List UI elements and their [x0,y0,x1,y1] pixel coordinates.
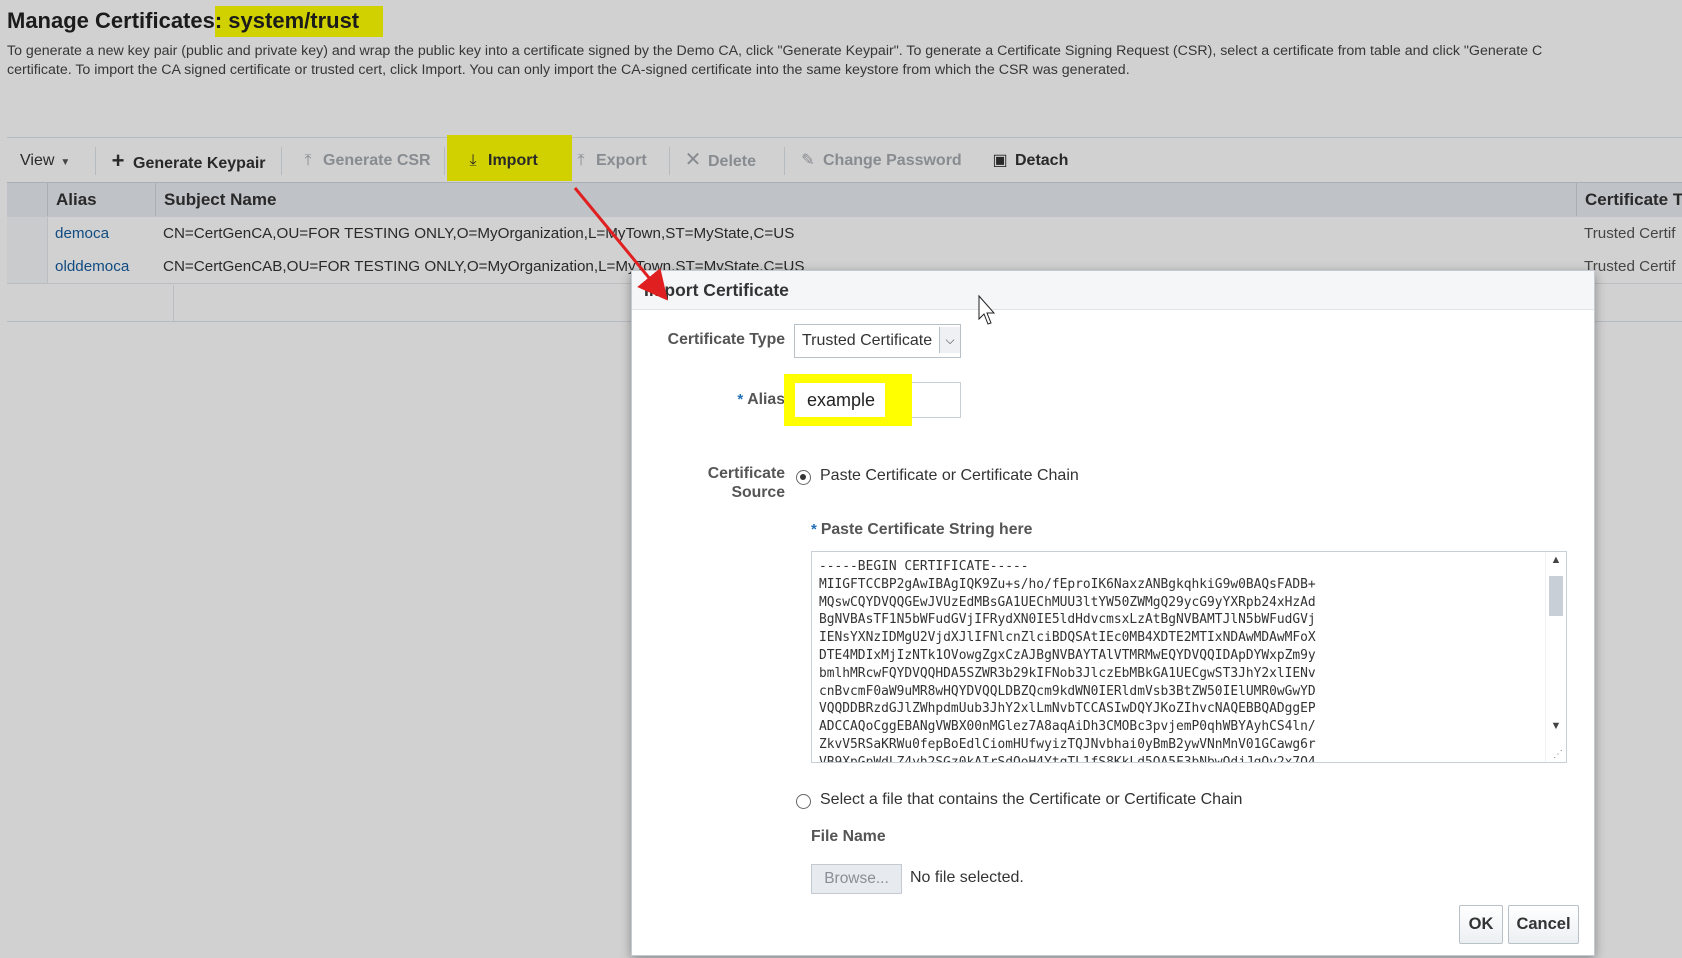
paste-certificate-radio[interactable] [796,470,811,485]
paste-string-label-wrap: * Paste Certificate String here [811,521,1032,539]
alias-label-wrap: * Alias [632,391,785,409]
select-file-radio-label[interactable]: Select a file that contains the Certific… [820,791,1242,809]
certificate-source-label-line-1: Certificate [707,465,785,482]
select-file-radio[interactable] [796,794,811,809]
scroll-up-icon[interactable]: ▲ [1546,554,1566,566]
alias-label: Alias [747,391,785,408]
certificate-string-textarea[interactable]: -----BEGIN CERTIFICATE----- MIIGFTCCBP2g… [811,551,1567,763]
import-certificate-dialog: Import Certificate Certificate Type Trus… [631,270,1595,956]
cancel-button[interactable]: Cancel [1508,905,1579,944]
no-file-selected-text: No file selected. [910,869,1024,886]
scrollbar-thumb[interactable] [1549,576,1563,616]
certificate-type-select[interactable]: Trusted Certificate ⌵ [794,324,961,358]
certificate-string-text: -----BEGIN CERTIFICATE----- MIIGFTCCBP2g… [819,559,1316,763]
alias-input[interactable]: example [784,374,961,426]
certificate-type-label: Certificate Type [667,331,785,348]
file-name-label: File Name [811,828,886,845]
browse-button[interactable]: Browse... [811,864,902,894]
resize-grip-icon[interactable]: ⋰ [1553,749,1563,760]
certificate-source-label-line-2: Source [731,484,785,501]
scroll-down-icon[interactable]: ▼ [1546,720,1566,732]
required-asterisk: * [737,391,744,408]
alias-input-value: example [795,383,886,417]
radio-selected-dot [800,474,806,480]
required-asterisk: * [811,521,817,538]
chevron-down-icon[interactable]: ⌵ [939,327,960,353]
ok-button[interactable]: OK [1459,905,1503,944]
certificate-source-label: Certificate Source [632,464,785,502]
paste-certificate-radio-label[interactable]: Paste Certificate or Certificate Chain [820,467,1079,485]
paste-string-label: Paste Certificate String here [820,521,1033,538]
dialog-title: Import Certificate [632,271,1594,310]
textarea-scrollbar[interactable]: ▲ ▼ [1545,552,1566,762]
certificate-type-value: Trusted Certificate [802,332,933,349]
